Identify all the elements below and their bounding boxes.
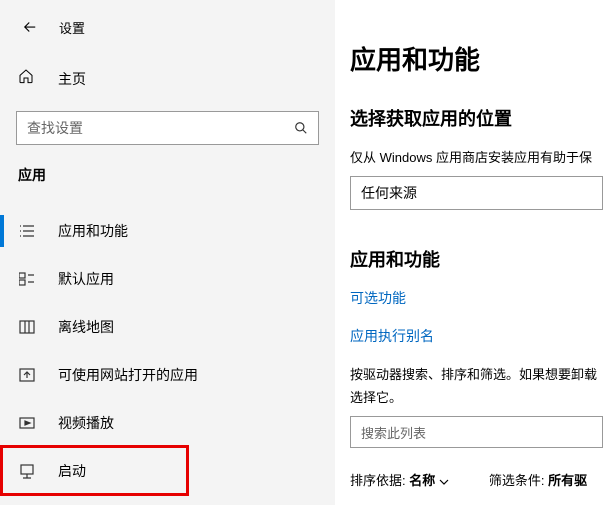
- home-icon: [18, 68, 36, 89]
- back-button[interactable]: [15, 12, 45, 42]
- search-input[interactable]: [27, 120, 294, 136]
- source-heading: 选择获取应用的位置: [350, 105, 603, 131]
- defaults-icon: [18, 271, 36, 287]
- sidebar-item-default-apps[interactable]: 默认应用: [0, 255, 335, 303]
- sort-control[interactable]: 排序依据: 名称: [350, 470, 449, 489]
- nav-label: 可使用网站打开的应用: [58, 365, 198, 385]
- nav-label: 离线地图: [58, 317, 114, 337]
- filter-control[interactable]: 筛选条件: 所有驱: [489, 470, 587, 489]
- main-content: 应用和功能 选择获取应用的位置 仅从 Windows 应用商店安装应用有助于保 …: [335, 0, 603, 505]
- list-icon: [18, 223, 36, 239]
- sidebar-item-video-playback[interactable]: 视频播放: [0, 399, 335, 447]
- search-list-placeholder: 搜索此列表: [361, 423, 426, 442]
- page-heading: 应用和功能: [350, 40, 603, 77]
- nav-label: 应用和功能: [58, 221, 128, 241]
- arrow-left-icon: [21, 18, 39, 36]
- sidebar-item-website-apps[interactable]: 可使用网站打开的应用: [0, 351, 335, 399]
- video-icon: [18, 415, 36, 431]
- search-icon: [294, 121, 308, 135]
- source-desc: 仅从 Windows 应用商店安装应用有助于保: [350, 147, 603, 166]
- nav-label: 视频播放: [58, 413, 114, 433]
- optional-features-link[interactable]: 可选功能: [350, 288, 603, 308]
- window-title: 设置: [59, 18, 85, 37]
- nav-label: 启动: [58, 461, 86, 481]
- map-icon: [18, 319, 36, 335]
- startup-icon: [18, 463, 36, 479]
- sidebar-item-offline-maps[interactable]: 离线地图: [0, 303, 335, 351]
- source-select[interactable]: 任何来源: [350, 176, 603, 210]
- sidebar-item-startup[interactable]: 启动: [0, 447, 335, 495]
- source-value: 任何来源: [361, 183, 417, 203]
- sidebar: 设置 主页 应用 应用和功能 默认应用: [0, 0, 335, 505]
- section2-heading: 应用和功能: [350, 246, 603, 272]
- search-settings-box[interactable]: [16, 111, 319, 145]
- app-alias-link[interactable]: 应用执行别名: [350, 326, 603, 346]
- open-icon: [18, 367, 36, 383]
- sidebar-item-apps-features[interactable]: 应用和功能: [0, 207, 335, 255]
- search-list-input[interactable]: 搜索此列表: [350, 416, 603, 448]
- home-label: 主页: [58, 69, 86, 89]
- filter-desc: 按驱动器搜索、排序和筛选。如果想要卸载: [350, 364, 603, 383]
- chevron-down-icon: [439, 478, 449, 486]
- section-label: 应用: [0, 165, 335, 185]
- nav-label: 默认应用: [58, 269, 114, 289]
- filter-desc2: 选择它。: [350, 387, 603, 406]
- sidebar-home[interactable]: 主页: [0, 54, 335, 103]
